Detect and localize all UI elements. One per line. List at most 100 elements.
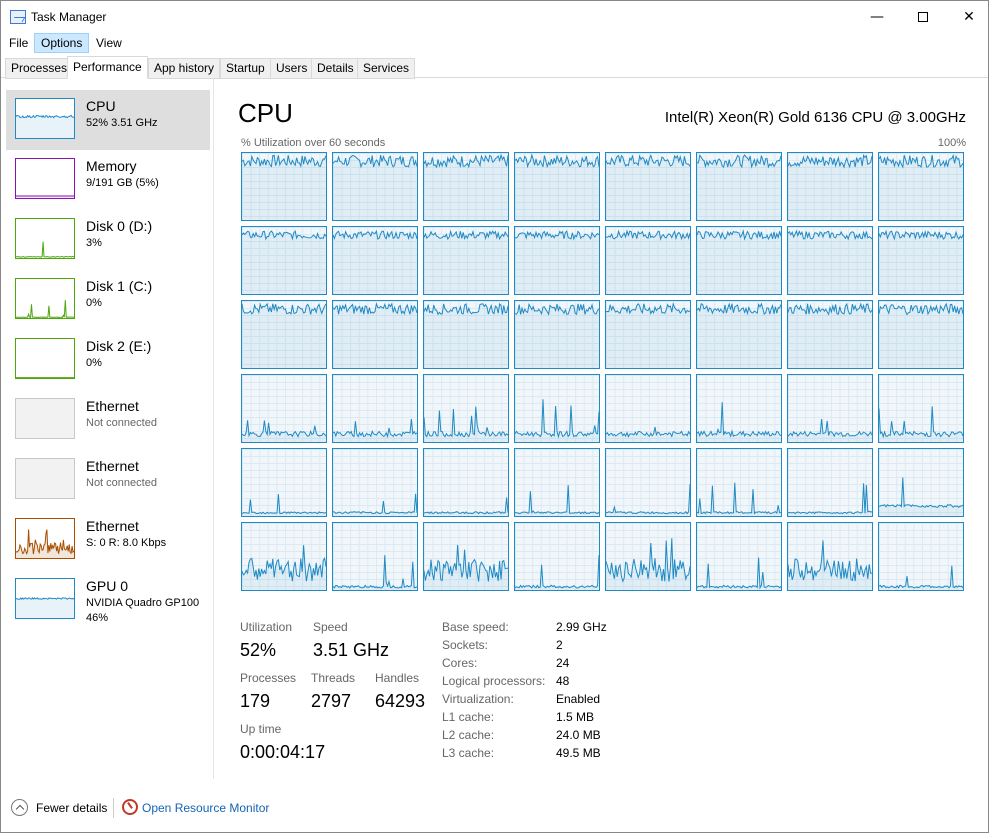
sidebar-item-disk-0[interactable]: Disk 0 (D:) 3% bbox=[6, 210, 210, 270]
disk-2-thumbnail bbox=[15, 338, 75, 379]
tab-users[interactable]: Users bbox=[270, 58, 314, 79]
close-button[interactable]: ✕ bbox=[946, 1, 989, 33]
activity-fill bbox=[788, 231, 872, 294]
utilization-trace bbox=[788, 154, 872, 220]
logical-processor-graph bbox=[423, 152, 509, 221]
sidebar-item-memory[interactable]: Memory 9/191 GB (5%) bbox=[6, 150, 210, 210]
logical-processor-graph bbox=[878, 374, 964, 443]
menu-options[interactable]: Options bbox=[34, 33, 90, 53]
utilization-label: Utilization bbox=[240, 620, 293, 634]
resource-sidebar: CPU 52% 3.51 GHz Memory 9/191 GB (5%) Di… bbox=[1, 78, 214, 779]
logical-processor-graph bbox=[332, 152, 418, 221]
utilization-trace bbox=[424, 406, 508, 442]
activity-fill bbox=[788, 419, 872, 442]
spec-l2-cache-value: 24.0 MB bbox=[556, 728, 601, 742]
utilization-trace bbox=[242, 154, 326, 220]
activity-line bbox=[515, 554, 599, 589]
utilization-trace bbox=[697, 302, 781, 368]
activity-line bbox=[879, 477, 963, 509]
utilization-trace bbox=[879, 153, 963, 220]
tab-services[interactable]: Services bbox=[357, 58, 416, 79]
minimize-button[interactable]: — bbox=[854, 1, 900, 33]
spec-l2-cache-label: L2 cache: bbox=[442, 728, 495, 742]
tab-startup[interactable]: Startup bbox=[220, 58, 271, 79]
spec-sockets-label: Sockets: bbox=[442, 638, 489, 652]
activity-fill bbox=[515, 231, 599, 294]
activity-fill bbox=[879, 231, 963, 294]
sidebar-item-disk-1[interactable]: Disk 1 (C:) 0% bbox=[6, 270, 210, 330]
sidebar-item-cpu[interactable]: CPU 52% 3.51 GHz bbox=[6, 90, 210, 150]
activity-line bbox=[242, 494, 326, 515]
sidebar-item-ethernet-2[interactable]: Ethernet Not connected bbox=[6, 450, 210, 510]
activity-line bbox=[788, 483, 872, 515]
utilization-trace bbox=[424, 153, 508, 220]
utilization-trace bbox=[333, 419, 417, 442]
utilization-trace bbox=[788, 302, 872, 368]
activity-fill bbox=[16, 597, 74, 618]
window-title: Task Manager bbox=[31, 10, 107, 24]
utilization-value: 52% bbox=[240, 640, 277, 660]
spec-l1-cache-label: L1 cache: bbox=[442, 710, 495, 724]
activity-line bbox=[333, 555, 417, 589]
logical-processor-graph bbox=[514, 374, 600, 443]
sidebar-item-ethernet-3[interactable]: Ethernet S: 0 R: 8.0 Kbps bbox=[6, 510, 210, 570]
logical-processor-graph bbox=[787, 522, 873, 591]
logical-processor-graph bbox=[605, 226, 691, 295]
logical-processor-graph bbox=[514, 226, 600, 295]
sidebar-item-ethernet-1[interactable]: Ethernet Not connected bbox=[6, 390, 210, 450]
sidebar-item-disk-2[interactable]: Disk 2 (E:) 0% bbox=[6, 330, 210, 390]
tab-processes[interactable]: Processes bbox=[5, 58, 74, 79]
sidebar-item-value: Not connected bbox=[86, 417, 157, 429]
graph-max-label: 100% bbox=[937, 137, 966, 149]
chevron-up-icon[interactable] bbox=[11, 799, 28, 816]
spec-base-speed-label: Base speed: bbox=[442, 620, 509, 634]
menu-view[interactable]: View bbox=[90, 33, 128, 53]
sidebar-item-label: GPU 0 bbox=[86, 578, 129, 594]
utilization-trace bbox=[606, 484, 690, 516]
menu-file[interactable]: File bbox=[3, 33, 34, 53]
activity-fill bbox=[879, 477, 963, 516]
activity-fill bbox=[424, 406, 508, 442]
processes-label: Processes bbox=[240, 671, 297, 685]
logical-processor-graph bbox=[605, 374, 691, 443]
sidebar-item-gpu-0[interactable]: GPU 0 NVIDIA Quadro GP100 46% bbox=[6, 570, 210, 630]
maximize-button[interactable] bbox=[900, 1, 946, 33]
tab-app-history[interactable]: App history bbox=[148, 58, 221, 79]
logical-processor-graph bbox=[696, 448, 782, 517]
logical-processor-graph bbox=[514, 152, 600, 221]
logical-processor-graph bbox=[787, 300, 873, 369]
utilization-trace bbox=[242, 230, 326, 294]
utilization-trace bbox=[515, 153, 599, 220]
logical-processor-graph bbox=[241, 448, 327, 517]
logical-processor-graph bbox=[332, 374, 418, 443]
disk-1-thumbnail bbox=[15, 278, 75, 319]
activity-line bbox=[16, 114, 74, 119]
tab-details[interactable]: Details bbox=[311, 58, 360, 79]
activity-fill bbox=[242, 303, 326, 368]
panel-title: CPU bbox=[238, 98, 293, 128]
spec-virtualization-value: Enabled bbox=[556, 692, 601, 706]
footer-divider bbox=[113, 798, 114, 818]
logical-processor-graph bbox=[696, 152, 782, 221]
logical-processor-graph bbox=[514, 522, 600, 591]
activity-fill bbox=[697, 231, 781, 294]
utilization-trace bbox=[424, 229, 508, 294]
logical-processor-graph bbox=[605, 300, 691, 369]
utilization-trace bbox=[697, 482, 781, 516]
footer-bar: Fewer details Open Resource Monitor bbox=[1, 786, 988, 832]
open-resource-monitor-link[interactable]: Open Resource Monitor bbox=[142, 801, 269, 815]
logical-processor-graph bbox=[605, 152, 691, 221]
activity-fill bbox=[515, 555, 599, 590]
sidebar-item-label: Disk 2 (E:) bbox=[86, 338, 152, 354]
activity-fill bbox=[788, 483, 872, 516]
processes-value: 179 bbox=[240, 691, 271, 711]
activity-fill bbox=[879, 304, 963, 368]
tab-performance[interactable]: Performance bbox=[67, 56, 148, 79]
threads-value: 2797 bbox=[311, 691, 352, 711]
ethernet-2-thumbnail bbox=[15, 458, 75, 499]
activity-fill bbox=[697, 303, 781, 368]
activity-fill bbox=[333, 419, 417, 442]
utilization-trace bbox=[697, 154, 781, 220]
logical-processor-graph bbox=[332, 300, 418, 369]
fewer-details-button[interactable]: Fewer details bbox=[36, 801, 107, 815]
